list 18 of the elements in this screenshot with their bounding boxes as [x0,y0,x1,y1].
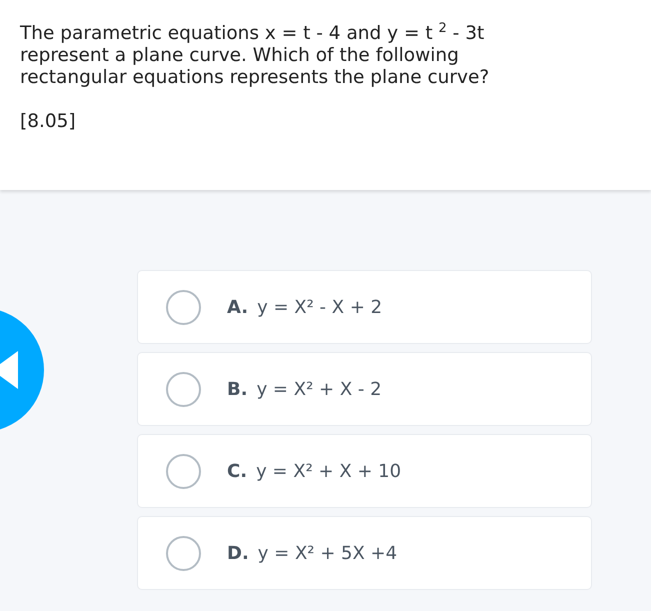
option-letter: C. [227,460,248,482]
radio-button[interactable] [166,536,201,570]
question-text: The parametric equations x = t - 4 and y = t $^{2}$ - 3t represent a plane curve. Which of the following rectangular equations represents the plane curve? [20,20,490,90]
radio-button[interactable] [166,454,201,488]
option-letter: A. [227,296,248,318]
option-text: y = X² + X + 10 [256,460,402,482]
radio-button[interactable] [166,290,201,324]
option-text: y = X² + 5X +4 [258,542,398,564]
radio-button[interactable] [166,372,201,406]
option-letter: D. [227,542,249,564]
answer-option[interactable]: B. y = X² + X - 2 [138,353,591,425]
option-letter: B. [227,378,248,400]
answer-option[interactable]: D. y = X² + 5X +4 [138,517,591,589]
option-text: y = X² + X - 2 [256,378,382,400]
option-text: y = X² - X + 2 [257,296,382,318]
answer-option[interactable]: A. y = X² - X + 2 [138,271,591,343]
answer-option[interactable]: C. y = X² + X + 10 [138,435,591,507]
reference-text: [8.05] [20,111,77,132]
